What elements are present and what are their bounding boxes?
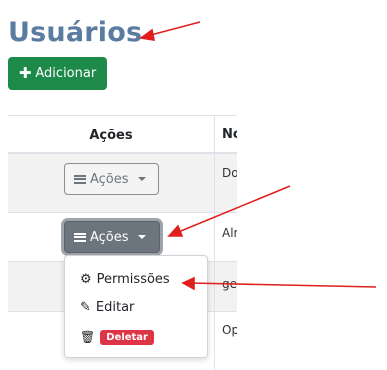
add-user-button[interactable]: ✚ Adicionar — [8, 57, 107, 90]
main-content: Usuários ✚ Adicionar Ações No Ações Do A… — [0, 0, 237, 370]
edit-icon: ✎ — [80, 299, 91, 315]
menu-item-editar[interactable]: ✎ Editar — [65, 294, 207, 320]
row-actions-button-active[interactable]: Ações — [64, 221, 160, 253]
header-acoes: Ações — [89, 127, 133, 143]
user-name: ge — [222, 277, 237, 291]
menu-item-permissoes[interactable]: ⚙ Permissões — [65, 266, 207, 292]
list-icon — [74, 174, 86, 184]
page-title: Usuários — [8, 17, 143, 48]
caret-down-icon — [137, 177, 146, 181]
page-gutter — [237, 0, 387, 369]
actions-label: Ações — [90, 229, 129, 245]
menu-item-label: Editar — [95, 299, 135, 315]
plus-icon: ✚ — [18, 64, 32, 82]
trash-icon: 🗑 — [80, 330, 96, 344]
delete-badge: Deletar — [100, 329, 154, 345]
table-row: Ações Do — [8, 154, 237, 213]
table-header: Ações No — [8, 116, 237, 154]
row-actions-button[interactable]: Ações — [64, 163, 159, 195]
user-name: Do — [222, 166, 237, 180]
gear-icon: ⚙ — [80, 271, 92, 287]
actions-label: Ações — [90, 171, 129, 187]
header-nome: No — [214, 116, 237, 154]
caret-down-icon — [137, 235, 146, 239]
menu-item-deletar[interactable]: 🗑 Deletar — [65, 324, 207, 350]
list-icon — [74, 232, 86, 242]
user-name: Alr — [222, 226, 237, 240]
menu-item-label: Permissões — [96, 271, 170, 287]
add-button-label: Adicionar — [35, 66, 97, 81]
user-name: Op — [222, 323, 237, 337]
actions-dropdown-menu: ⚙ Permissões ✎ Editar 🗑 Deletar — [64, 255, 208, 358]
